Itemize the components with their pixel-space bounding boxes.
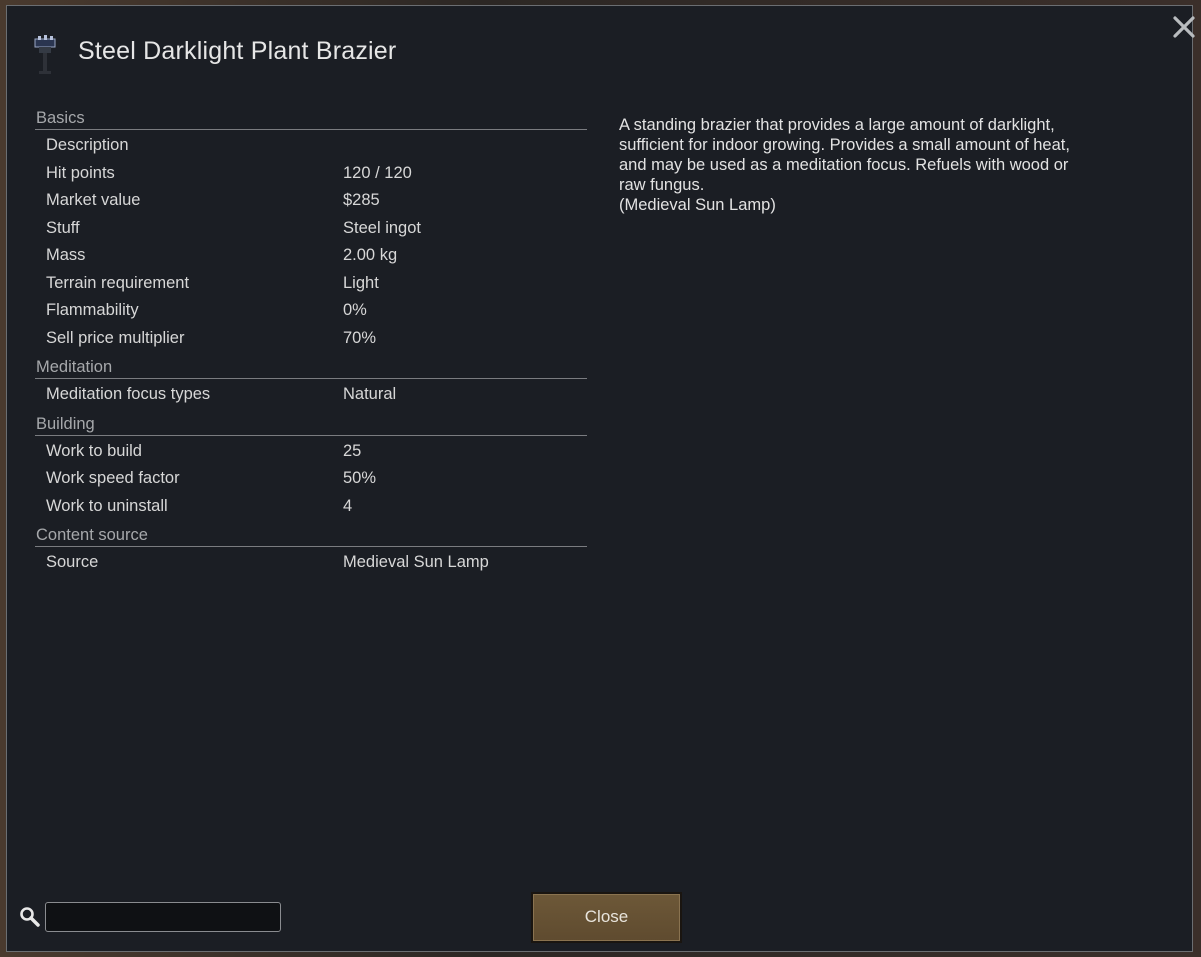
category-header: Content source — [35, 520, 587, 547]
stat-value: 50% — [343, 469, 377, 487]
stat-label: Work to uninstall — [46, 496, 168, 515]
close-button[interactable]: Close — [531, 892, 682, 943]
stat-label: Source — [46, 553, 99, 571]
stat-label: Description — [46, 136, 129, 154]
stat-row[interactable]: Hit points 120 / 120 — [35, 160, 587, 188]
stat-label: Market value — [46, 191, 141, 209]
stat-value: Medieval Sun Lamp — [343, 553, 489, 571]
search-input[interactable] — [45, 902, 281, 932]
stat-row[interactable]: Market value $285 — [35, 187, 587, 215]
stat-row[interactable]: Terrain requirement Light — [35, 270, 587, 298]
close-x-icon[interactable] — [1169, 12, 1199, 42]
category-title: Basics — [36, 109, 85, 127]
stat-row[interactable]: Work to build 25 — [35, 438, 587, 466]
info-dialog: Steel Darklight Plant Brazier Basics Desc… — [6, 5, 1195, 952]
stat-label: Terrain requirement — [46, 273, 190, 292]
stat-value: 4 — [343, 496, 353, 515]
category-header: Building — [35, 409, 587, 436]
search-icon — [20, 907, 40, 927]
stat-row[interactable]: Source Medieval Sun Lamp — [35, 549, 587, 577]
description-text: A standing brazier that provides a large… — [619, 116, 1070, 214]
stat-value: Light — [343, 273, 379, 292]
category-title: Content source — [36, 526, 148, 544]
stat-label: Flammability — [46, 301, 139, 319]
stat-value: 70% — [343, 328, 377, 347]
dialog-title: Steel Darklight Plant Brazier — [78, 37, 397, 65]
stat-row[interactable]: Flammability 0% — [35, 297, 587, 325]
stat-label: Work speed factor — [46, 469, 180, 487]
stat-value: 25 — [343, 441, 362, 460]
stat-row[interactable]: Work to uninstall 4 — [35, 493, 587, 521]
stat-value: $285 — [343, 191, 380, 209]
category-title: Building — [36, 414, 95, 433]
stat-value: Steel ingot — [343, 218, 421, 237]
stat-value: 2.00 kg — [343, 246, 398, 264]
brazier-icon — [34, 35, 56, 74]
stats-panel: Basics Description Hit points 120 / 120 Mark… — [35, 103, 587, 577]
stat-row[interactable]: Description — [35, 132, 587, 160]
category-header: Meditation — [35, 352, 587, 379]
stat-label: Mass — [46, 246, 86, 264]
stat-label: Work to build — [46, 441, 142, 460]
category-header: Basics — [35, 103, 587, 130]
category-title: Meditation — [36, 358, 113, 376]
stat-row[interactable]: Work speed factor 50% — [35, 465, 587, 493]
stat-value: 0% — [343, 301, 367, 319]
stat-row[interactable]: Meditation focus types Natural — [35, 381, 587, 409]
stat-label: Hit points — [46, 163, 115, 182]
stat-row[interactable]: Stuff Steel ingot — [35, 215, 587, 243]
stat-label: Sell price multiplier — [46, 328, 185, 347]
stat-value: Natural — [343, 385, 397, 403]
stat-label: Meditation focus types — [46, 385, 211, 403]
stat-value: 120 / 120 — [343, 163, 412, 182]
stat-row[interactable]: Mass 2.00 kg — [35, 242, 587, 270]
stat-label: Stuff — [46, 218, 80, 237]
stat-row[interactable]: Sell price multiplier 70% — [35, 325, 587, 353]
